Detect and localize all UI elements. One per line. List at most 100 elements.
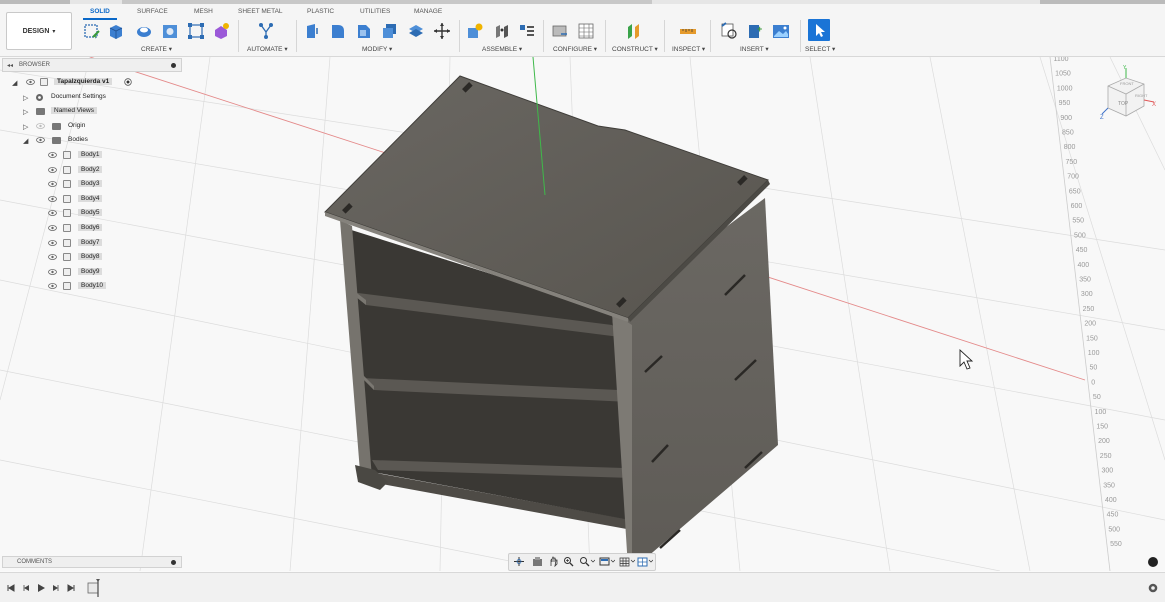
expand-triangle-icon[interactable]: ▷ bbox=[23, 123, 28, 131]
collapse-arrows-icon[interactable]: ◂◂ bbox=[7, 62, 13, 69]
move-icon[interactable] bbox=[433, 22, 451, 40]
eye-icon[interactable] bbox=[48, 283, 57, 290]
extrude-icon[interactable] bbox=[107, 22, 125, 40]
tab-solid[interactable]: SOLID bbox=[90, 8, 110, 15]
eye-hidden-icon[interactable] bbox=[36, 123, 45, 129]
tab-utilities[interactable]: UTILITIES bbox=[360, 8, 390, 15]
viewcube-right-label[interactable]: RIGHT bbox=[1135, 93, 1148, 98]
tree-row-body[interactable]: Body1 bbox=[2, 149, 182, 162]
measure-icon[interactable] bbox=[679, 22, 697, 40]
as-built-joint-icon[interactable] bbox=[518, 22, 536, 40]
automate-icon[interactable] bbox=[257, 22, 275, 40]
step-back-icon[interactable] bbox=[21, 583, 31, 593]
group-automate-label[interactable]: AUTOMATE ▾ bbox=[247, 45, 288, 53]
tree-row-body[interactable]: Body4 bbox=[2, 193, 182, 206]
tree-row-body[interactable]: Body10 bbox=[2, 280, 182, 293]
eye-icon[interactable] bbox=[48, 152, 57, 158]
form-icon[interactable] bbox=[212, 22, 230, 40]
group-assemble-label[interactable]: ASSEMBLE ▾ bbox=[482, 45, 522, 53]
new-component-icon[interactable] bbox=[466, 22, 484, 40]
group-select-label[interactable]: SELECT ▾ bbox=[805, 45, 835, 53]
tree-row-document[interactable]: ◢ Tapalzquierda v1 bbox=[2, 76, 182, 89]
tree-row-origin[interactable]: ▷ Origin bbox=[2, 120, 182, 133]
viewcube-front-label[interactable]: FRONT bbox=[1120, 81, 1134, 86]
eye-icon[interactable] bbox=[48, 210, 57, 217]
configure-icon[interactable] bbox=[551, 22, 569, 40]
eye-icon[interactable] bbox=[48, 239, 57, 246]
offset-plane-icon[interactable] bbox=[625, 22, 643, 40]
eye-icon[interactable] bbox=[48, 268, 57, 275]
tab-surface[interactable]: SURFACE bbox=[137, 8, 168, 15]
insert-image-icon[interactable] bbox=[772, 22, 790, 40]
select-button[interactable] bbox=[808, 19, 830, 41]
play-icon[interactable] bbox=[36, 583, 46, 593]
look-at-icon[interactable] bbox=[532, 556, 543, 567]
comments-panel[interactable]: COMMENTS bbox=[2, 556, 182, 568]
create-sketch-icon[interactable]: + bbox=[83, 22, 101, 40]
workspace-switcher-button[interactable]: DESIGN ▾ bbox=[6, 12, 72, 50]
tree-row-body[interactable]: Body9 bbox=[2, 266, 182, 279]
insert-mesh-icon[interactable]: + bbox=[746, 22, 764, 40]
shell-icon[interactable] bbox=[381, 22, 399, 40]
eye-icon[interactable] bbox=[48, 181, 57, 188]
activate-radio-icon[interactable] bbox=[124, 78, 132, 86]
tree-row-named-views[interactable]: ▷ Named Views bbox=[2, 105, 182, 118]
pan-hand-icon[interactable] bbox=[548, 556, 559, 567]
group-inspect-label[interactable]: INSPECT ▾ bbox=[672, 45, 705, 53]
tab-sheet-metal[interactable]: SHEET METAL bbox=[238, 8, 283, 15]
timeline-feature-icon[interactable] bbox=[86, 578, 104, 598]
viewports-icon[interactable] bbox=[637, 556, 653, 567]
viewcube[interactable]: TOP FRONT RIGHT X Z Y bbox=[1100, 64, 1158, 122]
tree-row-body[interactable]: Body2 bbox=[2, 164, 182, 177]
press-pull-icon[interactable] bbox=[303, 22, 321, 40]
expand-triangle-icon[interactable]: ▷ bbox=[23, 94, 28, 102]
zoom-window-icon[interactable] bbox=[579, 556, 595, 567]
go-to-start-icon[interactable] bbox=[6, 583, 16, 593]
configuration-table-icon[interactable] bbox=[577, 22, 595, 40]
expand-triangle-icon[interactable]: ◢ bbox=[12, 79, 17, 87]
group-configure-label[interactable]: CONFIGURE ▾ bbox=[553, 45, 597, 53]
tab-plastic[interactable]: PLASTIC bbox=[307, 8, 334, 15]
go-to-end-icon[interactable] bbox=[66, 583, 76, 593]
tree-row-body[interactable]: Body5 bbox=[2, 207, 182, 220]
browser-header[interactable]: ◂◂ BROWSER bbox=[2, 58, 182, 72]
expand-triangle-icon[interactable]: ▷ bbox=[23, 108, 28, 116]
group-construct-label[interactable]: CONSTRUCT ▾ bbox=[612, 45, 658, 53]
eye-icon[interactable] bbox=[48, 195, 57, 202]
step-forward-icon[interactable] bbox=[51, 583, 61, 593]
tree-row-bodies[interactable]: ◢ Bodies bbox=[2, 134, 182, 147]
chamfer-icon[interactable] bbox=[355, 22, 373, 40]
tree-row-body[interactable]: Body7 bbox=[2, 237, 182, 250]
tab-manage[interactable]: MANAGE bbox=[414, 8, 442, 15]
orbit-icon[interactable] bbox=[513, 556, 525, 567]
viewcube-front-face[interactable]: TOP bbox=[1118, 101, 1129, 107]
pattern-icon[interactable] bbox=[187, 22, 205, 40]
eye-icon[interactable] bbox=[48, 254, 57, 261]
timeline-settings-gear-icon[interactable] bbox=[1147, 582, 1159, 594]
tree-row-body[interactable]: Body8 bbox=[2, 251, 182, 264]
tab-mesh[interactable]: MESH bbox=[194, 8, 213, 15]
group-insert-label[interactable]: INSERT ▾ bbox=[740, 45, 769, 53]
eye-icon[interactable] bbox=[48, 225, 57, 231]
zoom-icon[interactable] bbox=[563, 556, 574, 567]
revolve-icon[interactable] bbox=[135, 22, 153, 40]
eye-icon[interactable] bbox=[36, 137, 45, 143]
grid-settings-icon[interactable] bbox=[619, 556, 635, 567]
group-modify-label[interactable]: MODIFY ▾ bbox=[362, 45, 392, 53]
expand-triangle-icon[interactable]: ◢ bbox=[23, 137, 28, 145]
combine-icon[interactable] bbox=[407, 22, 425, 40]
fillet-icon[interactable] bbox=[329, 22, 347, 40]
tree-row-document-settings[interactable]: ▷ Document Settings bbox=[2, 91, 182, 104]
eye-icon[interactable] bbox=[48, 166, 57, 173]
pin-icon[interactable] bbox=[171, 63, 176, 68]
tree-row-body[interactable]: Body3 bbox=[2, 178, 182, 191]
joint-icon[interactable] bbox=[493, 22, 511, 40]
hole-icon[interactable] bbox=[161, 22, 179, 40]
help-icon[interactable] bbox=[1148, 557, 1158, 567]
group-create-label[interactable]: CREATE ▾ bbox=[141, 45, 172, 53]
pin-icon[interactable] bbox=[171, 560, 176, 565]
eye-icon[interactable] bbox=[26, 79, 35, 85]
tree-row-body[interactable]: Body6 bbox=[2, 222, 182, 235]
display-settings-icon[interactable] bbox=[599, 556, 615, 567]
insert-derive-icon[interactable] bbox=[720, 22, 738, 40]
